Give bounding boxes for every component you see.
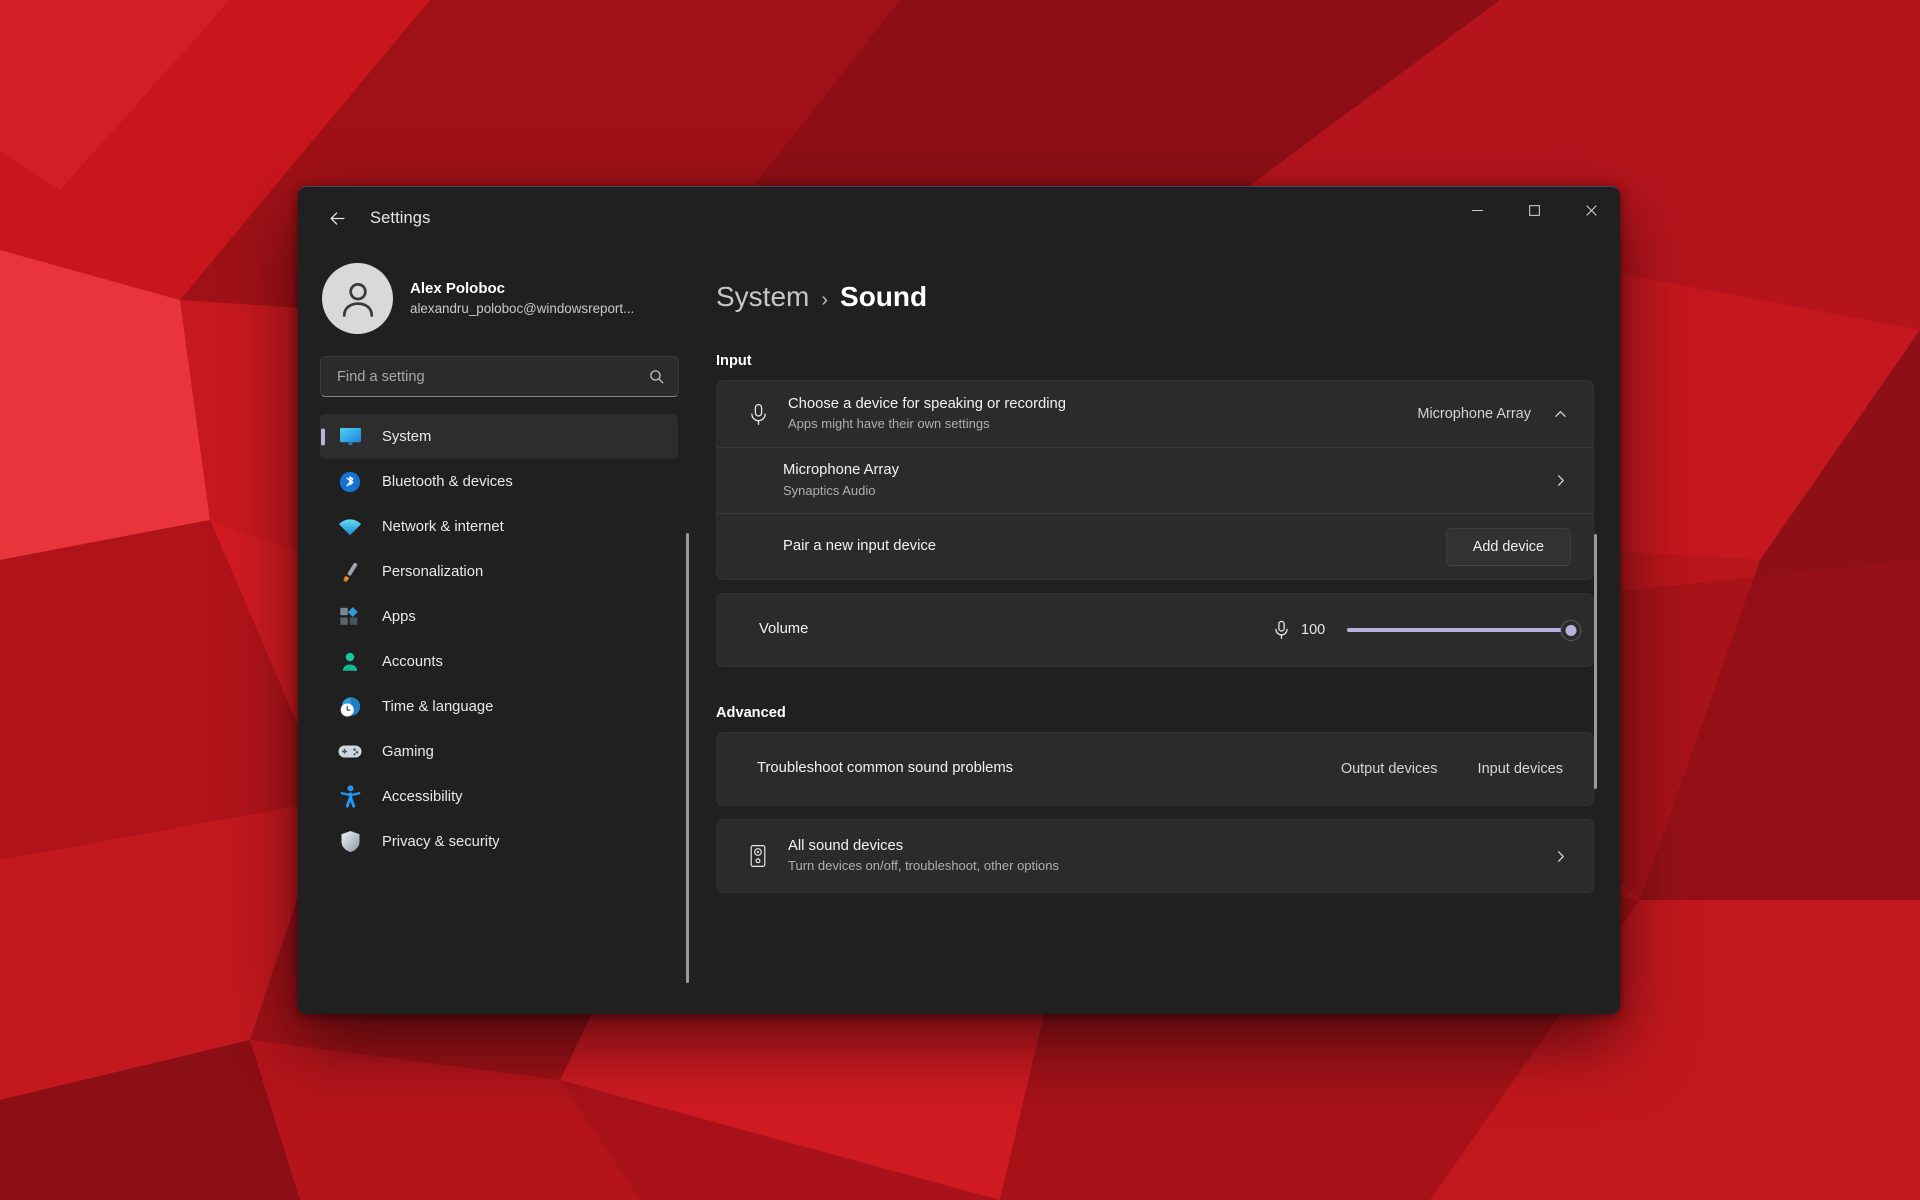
gamepad-icon (337, 741, 363, 763)
chevron-right-icon[interactable] (1549, 849, 1571, 864)
volume-slider[interactable] (1347, 617, 1582, 643)
volume-row: Volume 100 (717, 594, 1593, 666)
add-device-button[interactable]: Add device (1445, 527, 1571, 566)
troubleshoot-card: Troubleshoot common sound problems Outpu… (716, 732, 1594, 806)
sidebar-item-time-language[interactable]: Time & language (320, 684, 678, 729)
minimize-button[interactable] (1449, 187, 1506, 233)
sidebar-item-label: System (382, 428, 432, 445)
sidebar-item-label: Accounts (382, 653, 443, 670)
all-sound-devices-title: All sound devices (788, 837, 904, 854)
all-sound-devices-subtitle: Turn devices on/off, troubleshoot, other… (788, 858, 1060, 874)
content-scrollbar[interactable] (1594, 534, 1597, 789)
apps-icon (337, 606, 363, 628)
chevron-right-icon[interactable] (1549, 473, 1571, 488)
back-arrow-icon (330, 211, 344, 225)
breadcrumb-parent[interactable]: System (716, 281, 809, 313)
sidebar-item-label: Accessibility (382, 788, 463, 805)
sidebar-item-apps[interactable]: Apps (320, 594, 678, 639)
maximize-icon (1529, 204, 1540, 216)
sidebar-item-personalization[interactable]: Personalization (320, 549, 678, 594)
device-title: Microphone Array (783, 462, 899, 479)
person-icon (337, 651, 363, 673)
account-name: Alex Poloboc (410, 280, 506, 298)
wifi-icon (337, 516, 363, 538)
sidebar-item-label: Bluetooth & devices (382, 473, 513, 490)
maximize-button[interactable] (1506, 187, 1563, 233)
clock-globe-icon (337, 696, 363, 718)
content-area: System › Sound Input Choose a device for… (702, 249, 1620, 1014)
input-devices-card: Choose a device for speaking or recordin… (716, 380, 1594, 580)
sidebar-item-accounts[interactable]: Accounts (320, 639, 678, 684)
sidebar-item-label: Network & internet (382, 518, 504, 535)
minimize-icon (1472, 209, 1483, 211)
sidebar-item-network-internet[interactable]: Network & internet (320, 504, 678, 549)
sidebar-item-label: Personalization (382, 563, 484, 580)
search-input[interactable] (337, 368, 648, 385)
choose-device-title: Choose a device for speaking or recordin… (788, 395, 1067, 412)
shield-icon (337, 831, 363, 853)
sidebar-item-label: Time & language (382, 698, 494, 715)
breadcrumb: System › Sound (716, 281, 1594, 313)
all-sound-devices-card: All sound devices Turn devices on/off, t… (716, 819, 1594, 893)
accessibility-icon (337, 785, 363, 808)
slider-thumb[interactable] (1560, 619, 1582, 641)
breadcrumb-separator-icon: › (821, 289, 829, 311)
pair-new-device-row: Pair a new input device Add device (717, 513, 1593, 579)
input-devices-link[interactable]: Input devices (1478, 761, 1563, 777)
microphone-icon (741, 403, 775, 426)
section-heading-input: Input (716, 353, 752, 369)
sidebar-scrollbar[interactable] (686, 533, 689, 983)
sidebar-item-label: Gaming (382, 743, 434, 760)
person-avatar-icon (342, 282, 373, 317)
pair-device-label: Pair a new input device (783, 537, 936, 554)
all-sound-devices-row[interactable]: All sound devices Turn devices on/off, t… (717, 820, 1593, 892)
troubleshoot-row: Troubleshoot common sound problems Outpu… (717, 733, 1593, 805)
volume-value: 100 (1301, 622, 1326, 638)
sidebar-nav: System Bluetooth & devices Network & int… (320, 414, 694, 901)
volume-card: Volume 100 (716, 593, 1594, 667)
close-icon (1586, 204, 1597, 216)
settings-window: Settings Alex Poloboc alexandru_poloboc@… (298, 186, 1620, 1014)
window-controls (1449, 187, 1620, 233)
monitor-icon (337, 426, 363, 448)
avatar (322, 263, 393, 334)
microphone-small-icon (1273, 620, 1290, 640)
section-heading-advanced: Advanced (716, 705, 786, 721)
back-button[interactable] (315, 200, 359, 236)
slider-fill (1347, 628, 1571, 632)
sidebar-item-privacy-security[interactable]: Privacy & security (320, 819, 678, 864)
device-subtitle: Synaptics Audio (783, 482, 876, 498)
troubleshoot-label: Troubleshoot common sound problems (757, 760, 1014, 777)
sidebar: Alex Poloboc alexandru_poloboc@windowsre… (298, 249, 702, 1014)
output-devices-link[interactable]: Output devices (1341, 761, 1438, 777)
account-card[interactable]: Alex Poloboc alexandru_poloboc@windowsre… (320, 263, 694, 334)
sidebar-item-accessibility[interactable]: Accessibility (320, 774, 678, 819)
chevron-up-icon[interactable] (1549, 407, 1571, 422)
sidebar-item-gaming[interactable]: Gaming (320, 729, 678, 774)
search-icon (648, 368, 665, 385)
close-button[interactable] (1563, 187, 1620, 233)
volume-label: Volume (759, 621, 809, 638)
choose-device-subtitle: Apps might have their own settings (788, 416, 990, 432)
sidebar-item-label: Apps (382, 608, 416, 625)
search-box[interactable] (320, 356, 679, 397)
bluetooth-icon (337, 471, 363, 493)
device-microphone-array-row[interactable]: Microphone Array Synaptics Audio (717, 447, 1593, 513)
choose-device-row[interactable]: Choose a device for speaking or recordin… (717, 381, 1593, 447)
speaker-icon (741, 844, 775, 868)
sidebar-item-label: Privacy & security (382, 833, 500, 850)
window-title: Settings (370, 208, 431, 227)
page-title: Sound (840, 281, 928, 312)
paintbrush-icon (337, 561, 363, 583)
sidebar-item-bluetooth-devices[interactable]: Bluetooth & devices (320, 459, 678, 504)
sidebar-item-system[interactable]: System (320, 414, 678, 459)
window-titlebar[interactable]: Settings (298, 187, 1620, 249)
desktop: Settings Alex Poloboc alexandru_poloboc@… (0, 0, 1920, 1200)
account-email: alexandru_poloboc@windowsreport... (410, 300, 635, 316)
choose-device-value: Microphone Array (1417, 406, 1531, 422)
